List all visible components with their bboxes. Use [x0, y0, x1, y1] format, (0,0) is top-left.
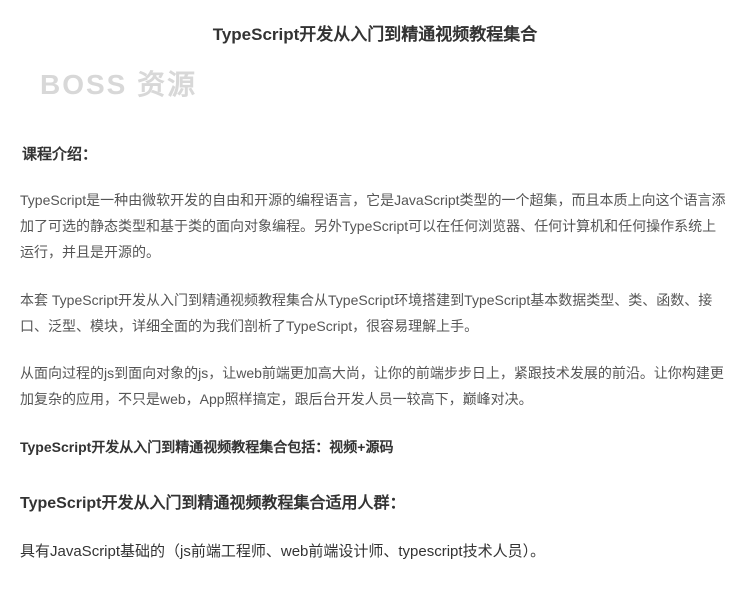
includes-line: TypeScript开发从入门到精通视频教程集合包括：视频+源码	[20, 435, 730, 461]
intro-heading: 课程介绍：	[22, 143, 730, 164]
watermark-logo: BOSS 资源	[40, 63, 730, 103]
intro-paragraph-2: 本套 TypeScript开发从入门到精通视频教程集合从TypeScript环境…	[20, 288, 730, 340]
intro-paragraph-3: 从面向过程的js到面向对象的js，让web前端更加高大尚，让你的前端步步日上，紧…	[20, 361, 730, 413]
page-title: TypeScript开发从入门到精通视频教程集合	[20, 20, 730, 45]
intro-paragraph-1: TypeScript是一种由微软开发的自由和开源的编程语言，它是JavaScri…	[20, 188, 730, 266]
audience-heading: TypeScript开发从入门到精通视频教程集合适用人群：	[20, 489, 730, 513]
audience-text: 具有JavaScript基础的（js前端工程师、web前端设计师、typescr…	[20, 539, 730, 565]
